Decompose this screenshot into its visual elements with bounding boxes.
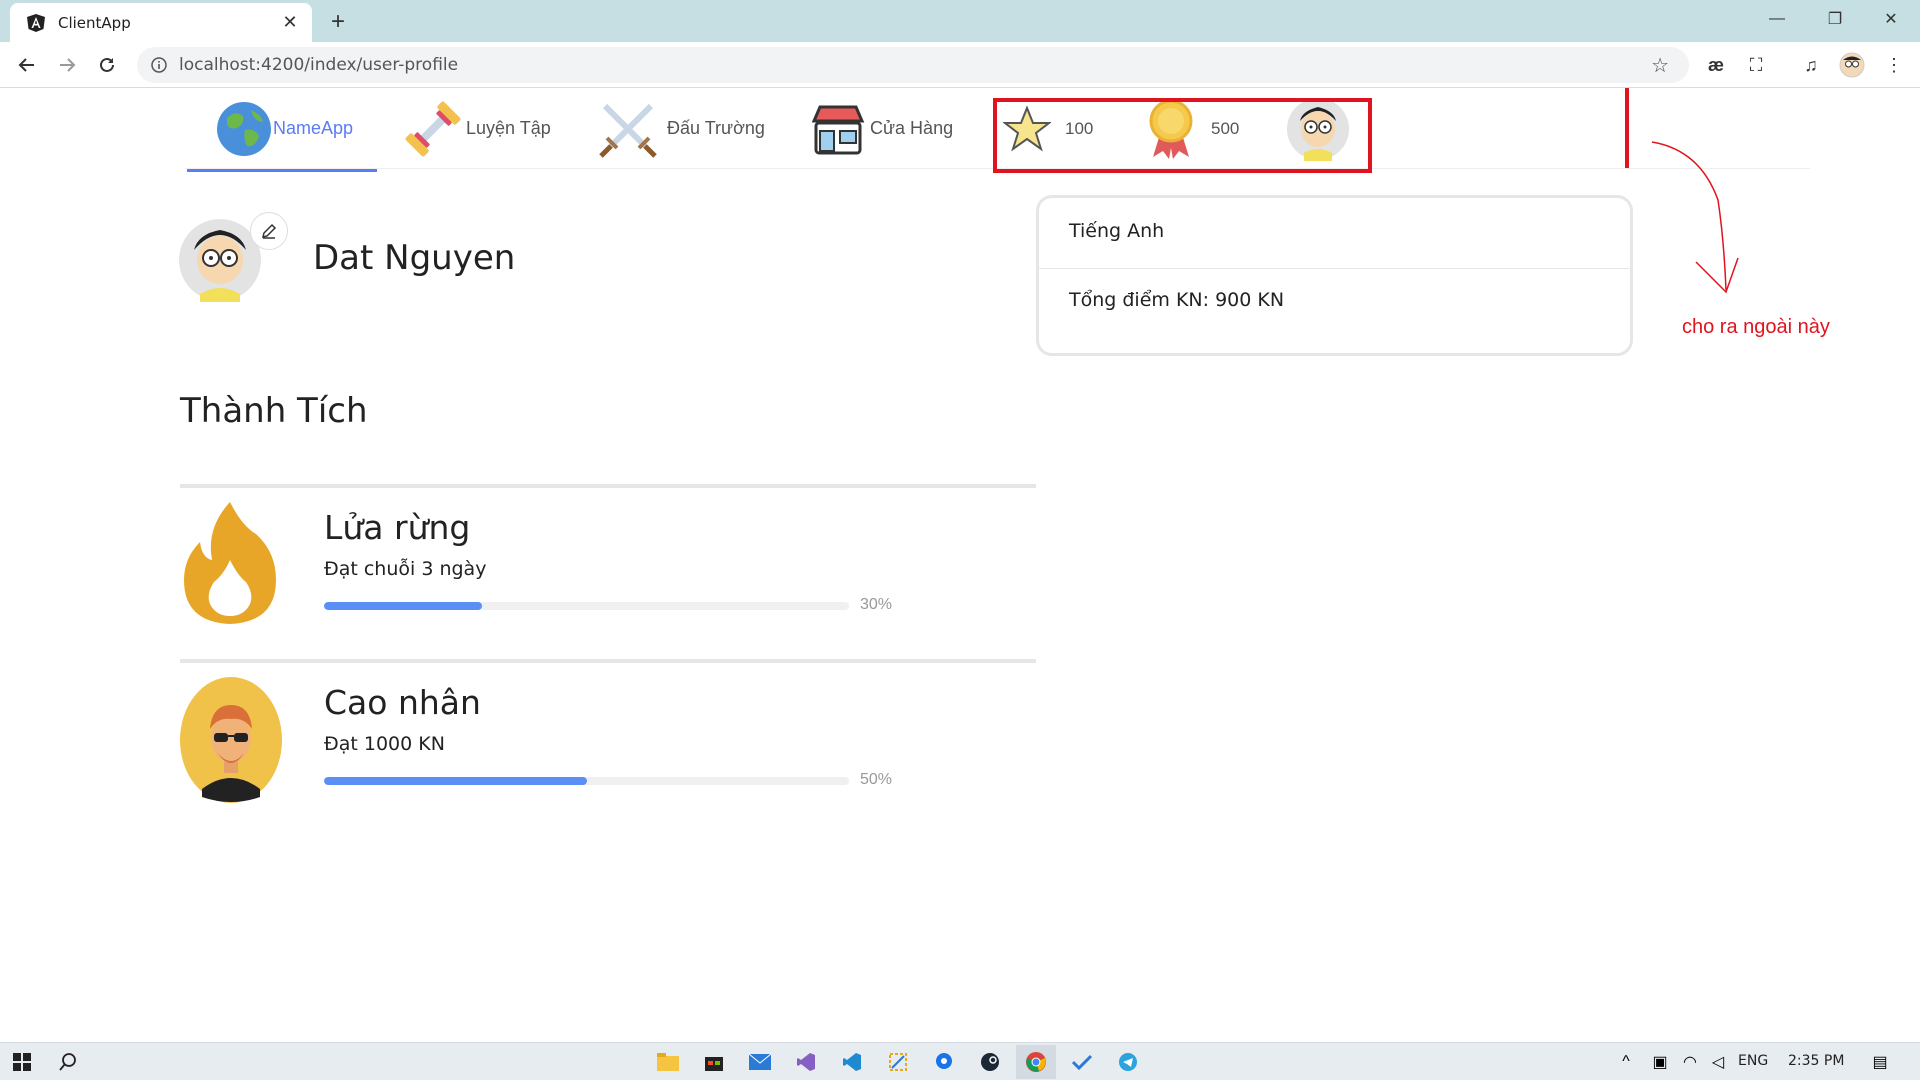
dumbbell-icon [405,101,461,156]
nav-item-shop[interactable]: Cửa Hàng [810,88,953,169]
telegram-icon[interactable] [1108,1045,1148,1079]
cool-man-icon [180,677,282,803]
steam-icon[interactable] [970,1045,1010,1079]
achievement-progress-bar [324,602,849,610]
nav-label: Đấu Trường [667,118,765,138]
achievement-progress-bar [324,777,849,785]
annotation-text: cho ra ngoài này [1682,316,1830,338]
nav-item-arena[interactable]: Đấu Trường [595,88,765,169]
windows-start-icon[interactable] [2,1045,42,1079]
extension-ae-icon[interactable]: æ [1700,49,1732,81]
info-icon[interactable] [151,57,167,73]
forward-icon[interactable] [51,49,83,81]
menu-icon[interactable]: ⋮ [1878,49,1910,81]
reload-icon[interactable] [91,49,123,81]
windows-taskbar: ^ ▣ ◠ ◁ ENG 2:35 PM ▤ [0,1042,1920,1080]
file-explorer-icon[interactable] [648,1045,688,1079]
annotation-red-line [1625,88,1629,168]
visual-studio-icon[interactable] [786,1045,826,1079]
browser-tabstrip: ClientApp ✕ + — ❐ ✕ [0,0,1920,42]
achievement-desc: Đạt 1000 KN [324,733,445,755]
total-points: Tổng điểm KN: 900 KN [1069,289,1285,311]
language-label: Tiếng Anh [1039,198,1630,269]
mail-icon[interactable] [740,1045,780,1079]
nav-label: Cửa Hàng [870,118,954,138]
profile-avatar-icon[interactable] [1836,49,1868,81]
nav-label: Luyện Tập [466,118,551,138]
browser-tab[interactable]: ClientApp ✕ [10,3,312,42]
progress-label: 50% [860,771,893,788]
pencil-icon [261,223,277,239]
back-icon[interactable] [11,49,43,81]
media-control-icon[interactable]: ♫ [1795,49,1827,81]
snipping-tool-icon[interactable] [878,1045,918,1079]
achievement-desc: Đạt chuỗi 3 ngày [324,558,487,580]
achievement-title: Lửa rừng [324,508,471,547]
restore-icon[interactable]: ❐ [1806,0,1864,38]
new-tab-button[interactable]: + [322,6,354,38]
address-bar[interactable]: localhost:4200/index/user-profile ☆ [137,47,1689,83]
brand-label: NameApp [273,118,354,138]
vscode-icon[interactable] [832,1045,872,1079]
bookmark-star-icon[interactable]: ☆ [1651,53,1669,78]
globe-icon [217,101,271,156]
language-indicator[interactable]: ENG [1738,1053,1768,1069]
info-card: Tiếng Anh Tổng điểm KN: 900 KN [1036,195,1633,356]
url-text: localhost:4200/index/user-profile [179,55,459,75]
progress-label: 30% [860,596,893,613]
crossed-swords-icon [599,103,657,158]
progress-fill [324,602,482,610]
tab-title: ClientApp [58,13,131,32]
divider [180,659,1036,663]
close-window-icon[interactable]: ✕ [1862,0,1920,38]
nav-item-practice[interactable]: Luyện Tập [400,88,551,169]
browser-toolbar: localhost:4200/index/user-profile ☆ æ ⛶ … [0,42,1920,88]
search-icon[interactable] [48,1045,88,1079]
notifications-icon[interactable]: ▤ [1860,1045,1900,1079]
annotation-arrow-icon [1651,141,1739,294]
shop-icon [811,105,865,154]
achievements-title: Thành Tích [180,391,368,431]
progress-fill [324,777,587,785]
todo-icon[interactable] [1062,1045,1102,1079]
edit-profile-button[interactable] [250,212,288,250]
nav-brand[interactable]: NameApp [187,88,377,172]
page-content: NameApp Luyện Tập Đấu Trường Cửa Hàng 10… [0,88,1920,1042]
maps-pin-icon[interactable] [924,1045,964,1079]
fire-icon [184,502,276,624]
achievement-title: Cao nhân [324,683,481,722]
annotation-highlight-box [993,98,1372,173]
store-icon[interactable] [694,1045,734,1079]
volume-icon[interactable]: ◁ [1698,1045,1738,1079]
divider [180,484,1036,488]
close-tab-icon[interactable]: ✕ [276,9,304,37]
profile-name: Dat Nguyen [313,238,516,278]
screenshot-extension-icon[interactable]: ⛶ [1740,49,1772,81]
angular-logo-icon [27,13,45,32]
minimize-icon[interactable]: — [1748,0,1806,38]
chrome-icon[interactable] [1016,1045,1056,1079]
clock[interactable]: 2:35 PM [1788,1053,1844,1069]
